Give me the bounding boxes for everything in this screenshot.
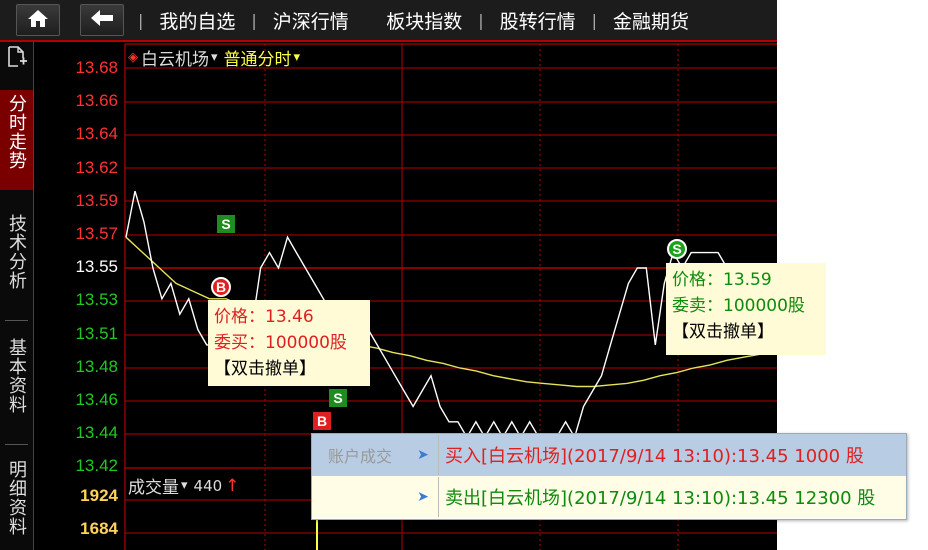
order-price: 价格：13.46 — [214, 307, 314, 327]
cancel-order-hint[interactable]: 【双击撤单】 — [214, 356, 364, 382]
chevron-right-icon: ➤ — [417, 447, 429, 463]
stock-name[interactable]: 白云机场 — [141, 45, 209, 70]
volume-label: 1684 — [80, 519, 118, 538]
chart-mode[interactable]: 普通分时 — [224, 45, 292, 70]
chevron-down-icon[interactable]: ▾ — [211, 50, 218, 65]
cancel-order-hint[interactable]: 【双击撤单】 — [672, 319, 820, 345]
trade-row-sell[interactable]: ➤ 卖出[白云机场](2017/9/14 13:10):13.45 12300 … — [312, 476, 906, 518]
trade-popup: 账户成交 ➤ 买入[白云机场](2017/9/14 13:10):13.45 1… — [311, 433, 907, 520]
diamond-icon: ◈ — [128, 49, 138, 65]
sell-order-marker[interactable]: S — [667, 239, 687, 259]
up-arrow-icon: ↑ — [225, 475, 240, 496]
sell-order-tooltip-overlay[interactable]: 价格：13.59 委卖：100000股 【双击撤单】 — [666, 263, 826, 355]
volume-title[interactable]: 成交量 — [128, 473, 179, 498]
sell-marker[interactable]: S — [329, 389, 347, 407]
volume-header: 成交量 ▾ 440 ↑ — [128, 473, 240, 499]
order-price: 价格：13.59 — [672, 270, 772, 290]
trade-text: 卖出[白云机场](2017/9/14 13:10):13.45 12300 股 — [438, 477, 906, 517]
chevron-right-icon: ➤ — [417, 489, 429, 505]
chevron-down-icon[interactable]: ▾ — [181, 478, 188, 493]
order-quantity: 委卖：100000股 — [672, 296, 805, 316]
buy-order-tooltip[interactable]: 价格：13.46 委买：100000股 【双击撤单】 — [208, 300, 370, 386]
buy-marker[interactable]: B — [313, 412, 331, 430]
popup-title: 账户成交 — [327, 447, 392, 466]
trade-text: 买入[白云机场](2017/9/14 13:10):13.45 1000 股 — [438, 435, 906, 475]
buy-order-marker[interactable]: B — [211, 277, 231, 297]
volume-label: 1924 — [80, 486, 118, 505]
order-quantity: 委买：100000股 — [214, 333, 347, 353]
trade-row-buy[interactable]: 账户成交 ➤ 买入[白云机场](2017/9/14 13:10):13.45 1… — [312, 434, 906, 476]
sell-marker[interactable]: S — [217, 215, 235, 233]
volume-value: 440 — [193, 476, 223, 495]
chevron-down-icon[interactable]: ▾ — [294, 50, 301, 65]
chart-header: ◈ 白云机场 ▾ 普通分时 ▾ — [128, 45, 301, 70]
